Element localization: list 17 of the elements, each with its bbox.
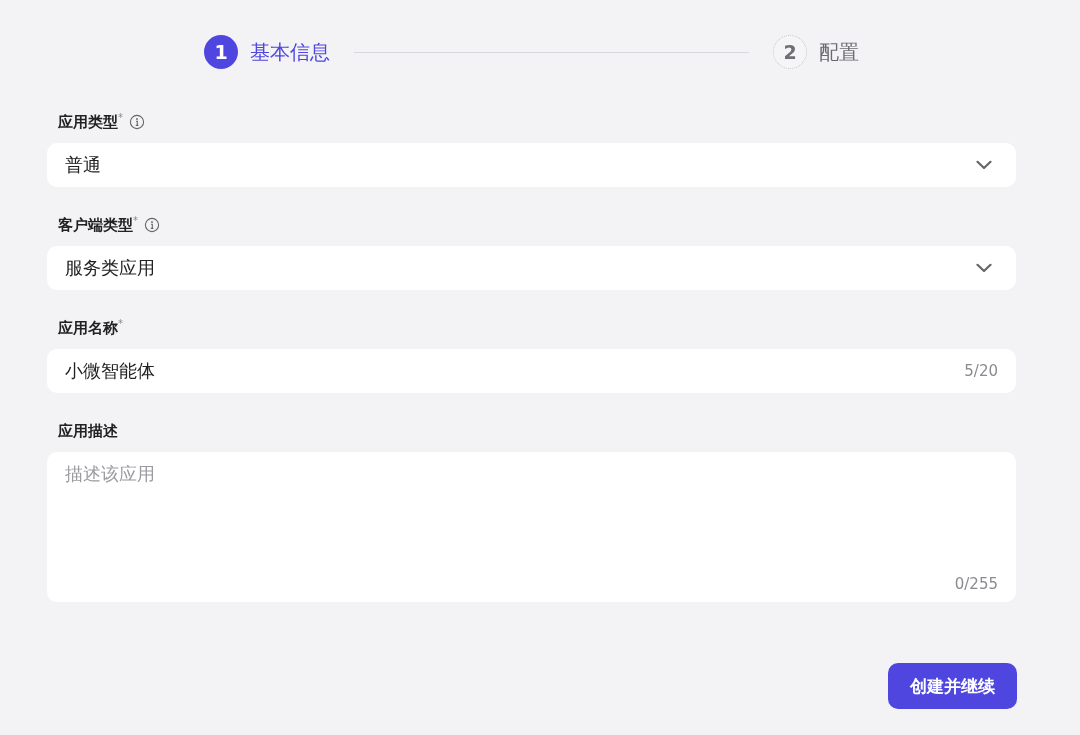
create-continue-button[interactable]: 创建并继续 — [888, 663, 1017, 709]
field-label: 应用名称$^{*}$ — [58, 318, 123, 338]
char-counter: 5/20 — [964, 362, 998, 380]
char-counter: 0/255 — [954, 575, 998, 593]
chevron-down-icon — [976, 263, 992, 273]
chevron-down-icon — [976, 160, 992, 170]
select-field[interactable]: 服务类应用 — [47, 246, 1016, 290]
info-icon[interactable] — [144, 217, 160, 233]
select-field[interactable]: 普通 — [47, 143, 1016, 187]
step-label[interactable]: 基本信息 — [250, 38, 330, 66]
step-number: 2 — [773, 35, 807, 69]
step-label[interactable]: 配置 — [819, 38, 859, 66]
info-icon[interactable] — [129, 114, 145, 130]
field-label: 应用类型$^{*}$ — [58, 112, 123, 132]
field-label: 客户端类型$^{*}$ — [58, 215, 138, 235]
field-label: 应用描述 — [58, 421, 118, 441]
step-number: 1 — [204, 35, 238, 69]
